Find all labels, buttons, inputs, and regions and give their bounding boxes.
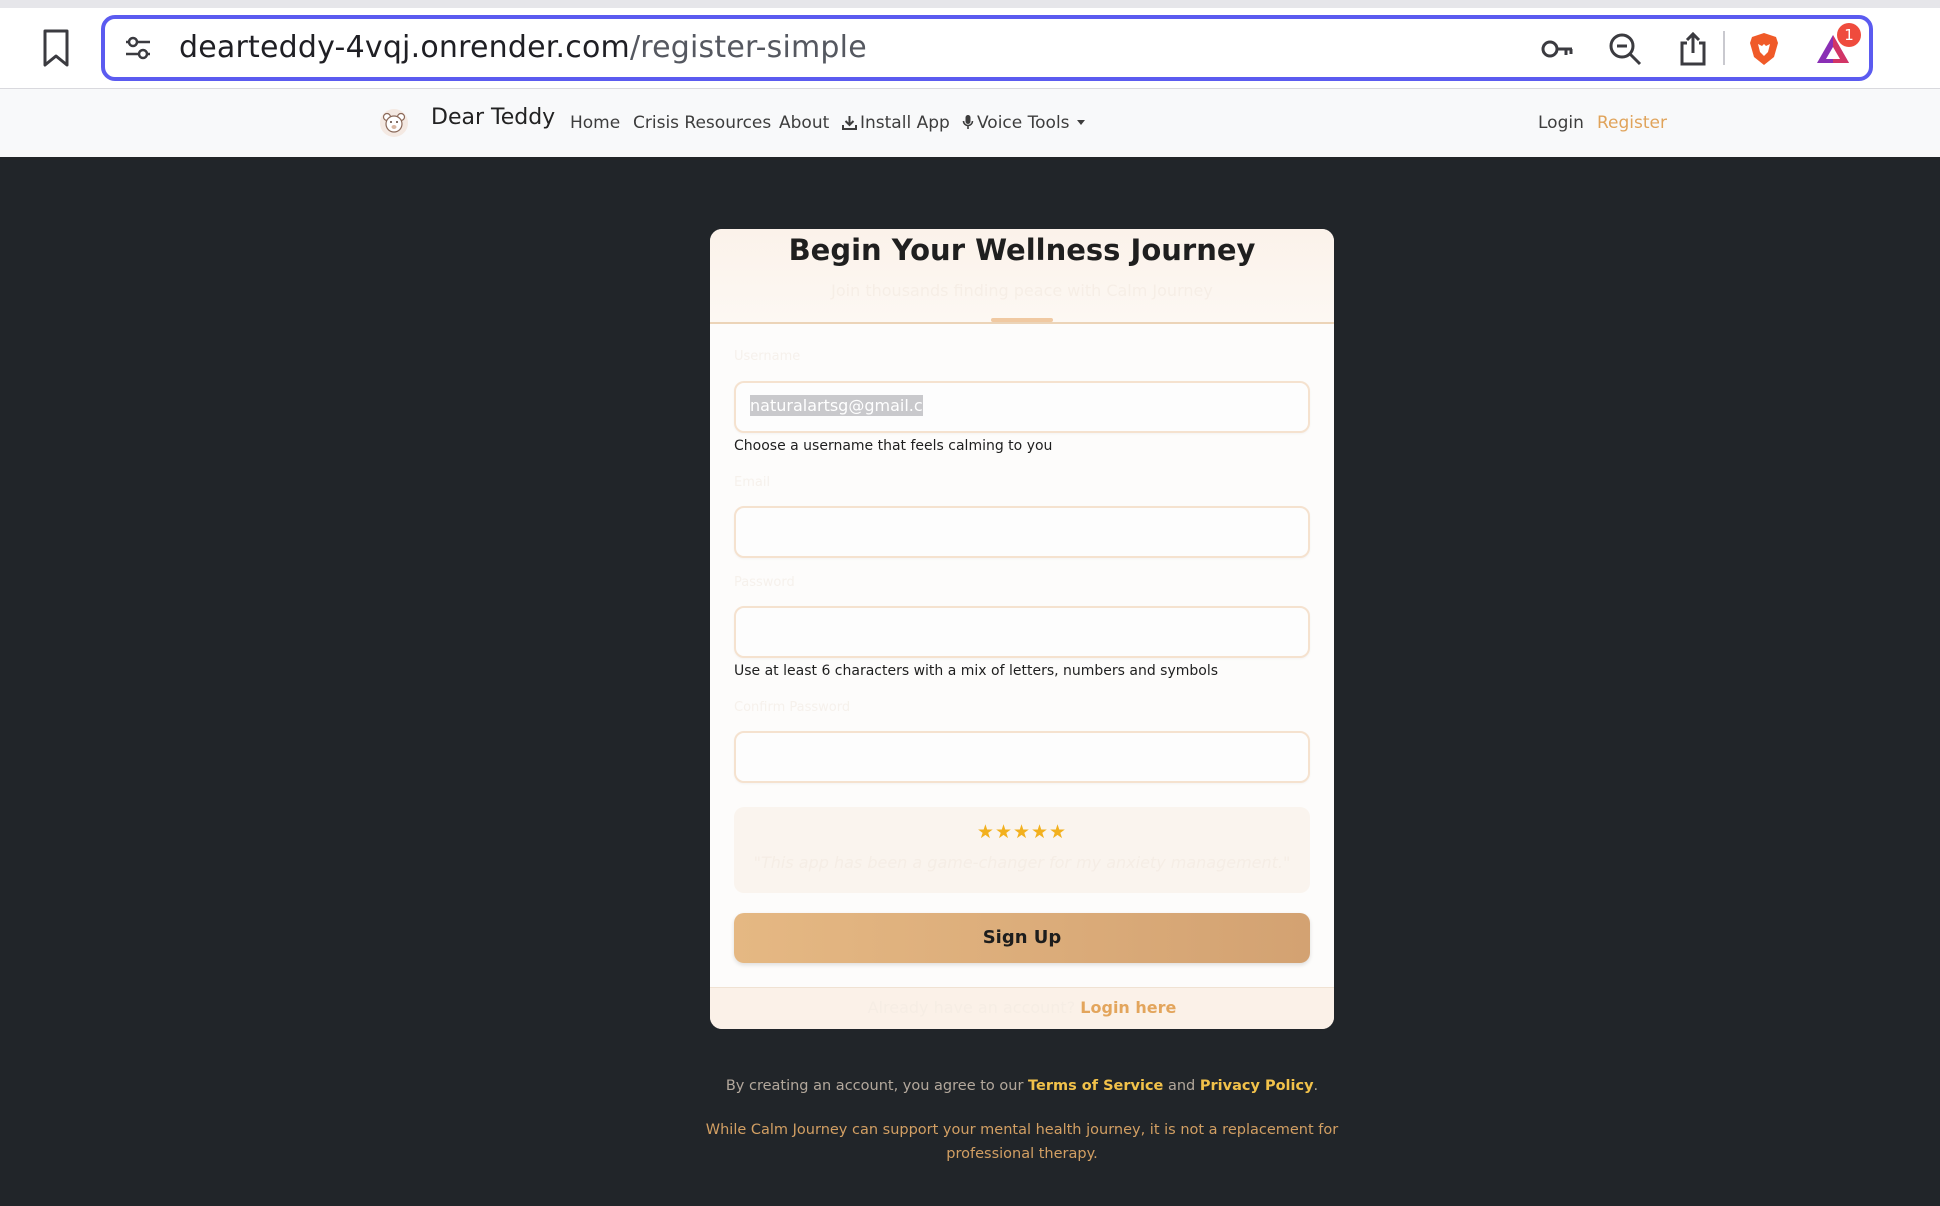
- card-subtitle: Join thousands finding peace with Calm J…: [831, 281, 1213, 300]
- tab-strip: [0, 0, 1940, 8]
- bookmark-icon[interactable]: [40, 28, 72, 68]
- nav-voice-tools-dropdown[interactable]: Voice Tools: [962, 113, 1085, 133]
- therapy-disclaimer: While Calm Journey can support your ment…: [705, 1122, 1339, 1162]
- confirm-password-label: Confirm Password: [734, 700, 851, 715]
- login-here-link[interactable]: Login here: [1080, 998, 1176, 1017]
- password-input[interactable]: [734, 606, 1310, 658]
- url-host: dearteddy-4vqj.onrender.com: [179, 30, 630, 65]
- nav-install-app[interactable]: Install App: [842, 113, 950, 133]
- register-card: Begin Your Wellness Journey Join thousan…: [710, 229, 1334, 1029]
- caret-down-icon: [1076, 120, 1085, 125]
- site-settings-icon[interactable]: [123, 32, 153, 64]
- teddy-logo-icon[interactable]: [379, 108, 409, 138]
- app-navbar: Dear Teddy Home Crisis Resources About I…: [0, 89, 1940, 157]
- microphone-icon: [962, 115, 974, 129]
- toolbar-divider: [1723, 31, 1725, 65]
- url-path: /register-simple: [629, 30, 867, 65]
- nav-login[interactable]: Login: [1538, 113, 1584, 133]
- browser-toolbar: dearteddy-4vqj.onrender.com/register-sim…: [0, 0, 1940, 89]
- username-input[interactable]: naturalartsg@gmail.c: [734, 381, 1310, 433]
- password-help: Use at least 6 characters with a mix of …: [734, 663, 1219, 679]
- terms-prefix: By creating an account, you agree to our: [725, 1078, 1024, 1094]
- email-input[interactable]: [734, 506, 1310, 558]
- username-label: Username: [734, 349, 801, 364]
- voice-tools-label: Voice Tools: [977, 113, 1070, 133]
- brand-name[interactable]: Dear Teddy: [431, 105, 555, 130]
- sign-up-button[interactable]: Sign Up: [734, 913, 1310, 963]
- zoom-out-icon[interactable]: [1607, 31, 1643, 67]
- password-label: Password: [734, 575, 795, 590]
- terms-and: and: [1167, 1078, 1196, 1094]
- terms-of-service-link[interactable]: Terms of Service: [1028, 1078, 1163, 1094]
- brave-shield-icon[interactable]: [1746, 31, 1782, 67]
- share-icon[interactable]: [1675, 31, 1711, 67]
- download-icon: [842, 116, 857, 130]
- nav-crisis-resources[interactable]: Crisis Resources: [633, 113, 771, 133]
- key-icon[interactable]: [1539, 31, 1575, 67]
- nav-register[interactable]: Register: [1597, 113, 1667, 133]
- testimonial-box: ★★★★★ "This app has been a game-changer …: [734, 807, 1310, 893]
- privacy-policy-link[interactable]: Privacy Policy: [1200, 1078, 1314, 1094]
- star-rating-icon: ★★★★★: [976, 822, 1068, 843]
- email-label: Email: [734, 475, 771, 490]
- notification-badge: 1: [1837, 23, 1861, 47]
- install-app-label: Install App: [860, 113, 950, 133]
- card-header: Begin Your Wellness Journey Join thousan…: [710, 229, 1334, 324]
- header-accent-bar: [991, 318, 1053, 322]
- confirm-password-input[interactable]: [734, 731, 1310, 783]
- card-footer: Already have an account? Login here: [710, 987, 1334, 1029]
- have-account-text: Already have an account?: [867, 998, 1076, 1017]
- address-bar[interactable]: dearteddy-4vqj.onrender.com/register-sim…: [101, 15, 1873, 81]
- terms-period: .: [1313, 1078, 1319, 1094]
- terms-notice: By creating an account, you agree to our…: [700, 1078, 1344, 1094]
- url-text[interactable]: dearteddy-4vqj.onrender.com/register-sim…: [179, 29, 867, 67]
- username-value: naturalartsg@gmail.c: [750, 395, 923, 416]
- nav-home[interactable]: Home: [570, 113, 620, 133]
- card-title: Begin Your Wellness Journey: [788, 233, 1256, 267]
- nav-about[interactable]: About: [779, 113, 829, 133]
- testimonial-quote: "This app has been a game-changer for my…: [753, 853, 1291, 872]
- username-help: Choose a username that feels calming to …: [734, 438, 1053, 454]
